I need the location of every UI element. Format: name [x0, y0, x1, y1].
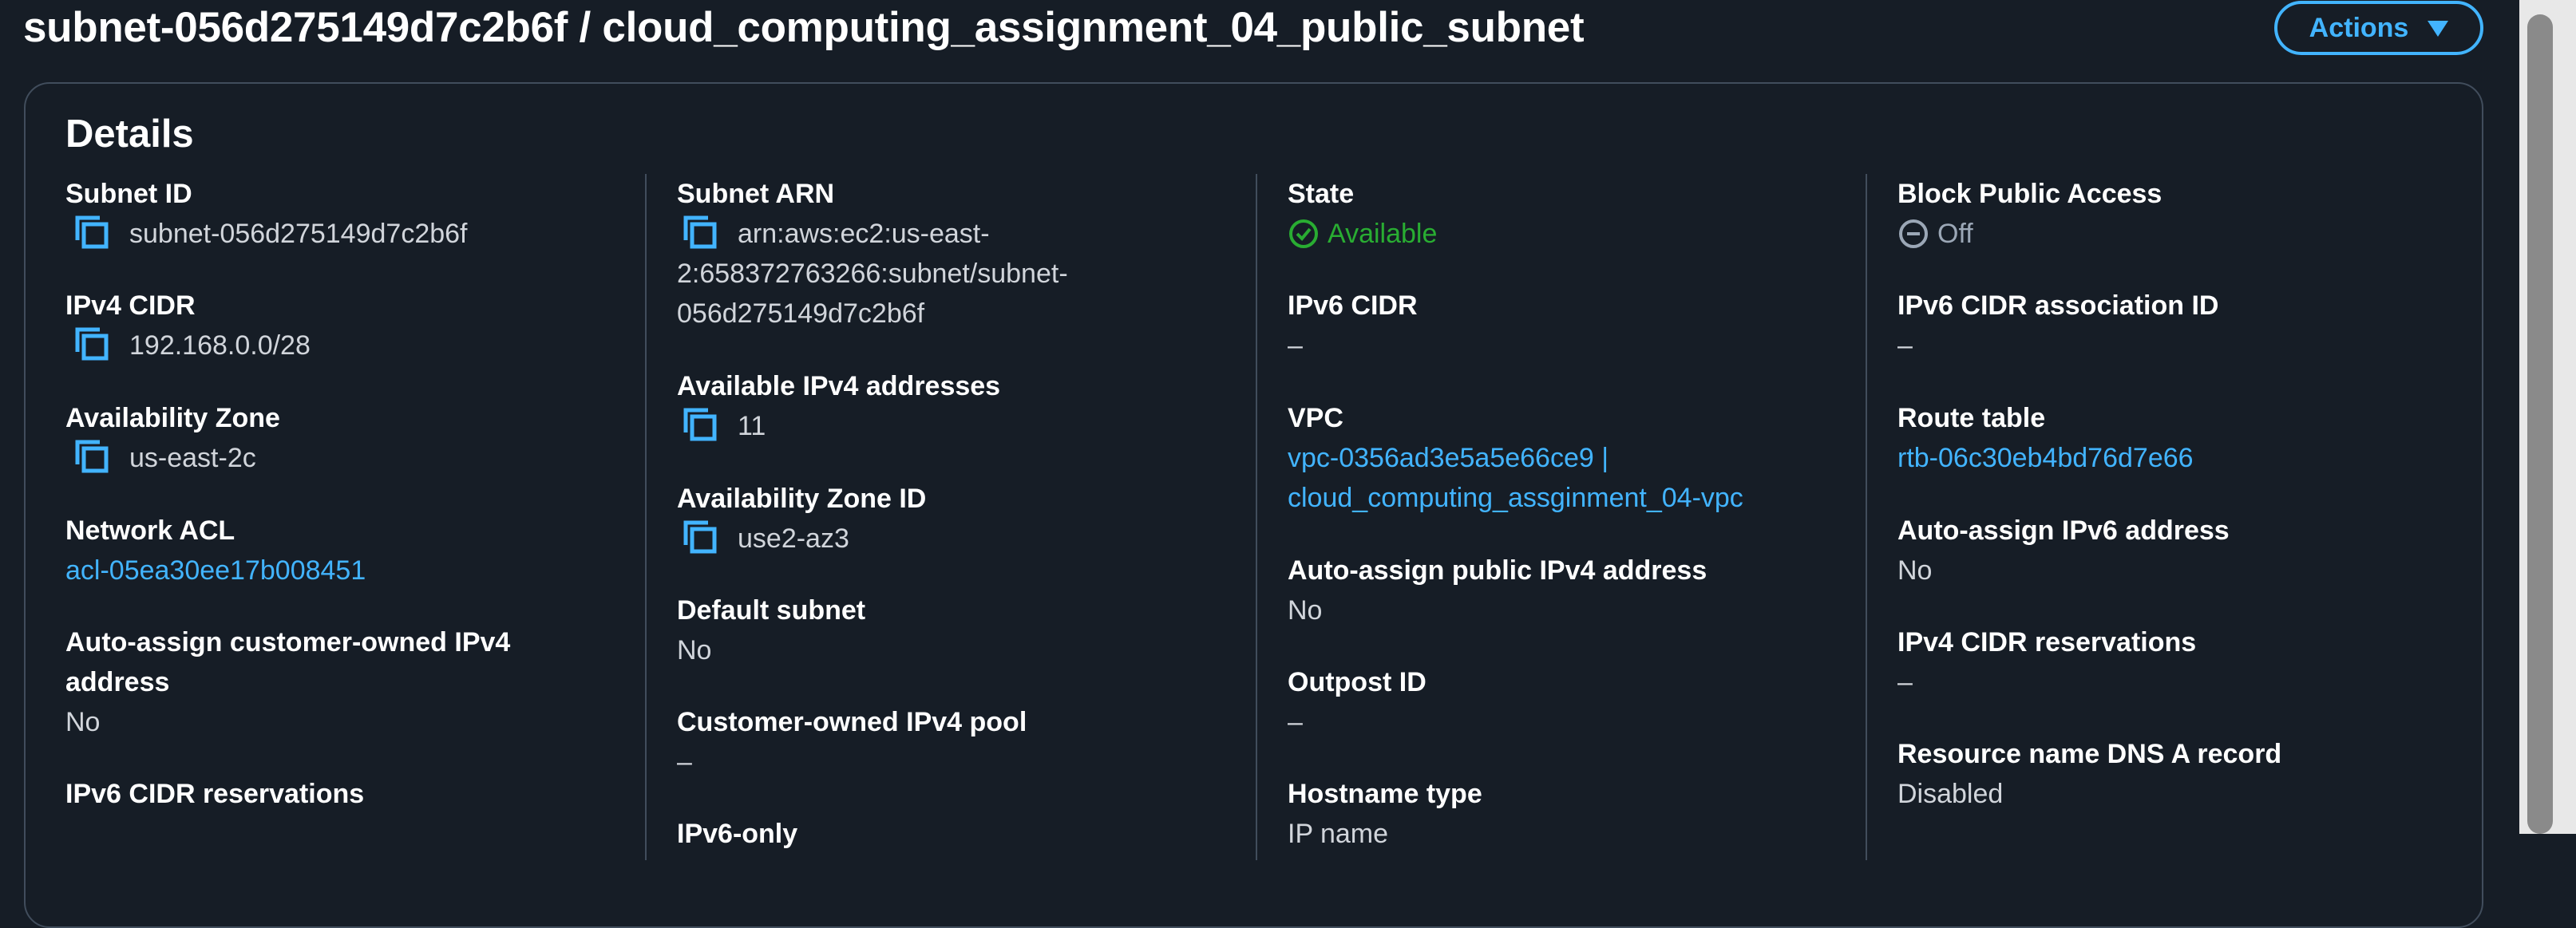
field-label: Auto-assign customer-owned IPv4 address [65, 627, 511, 697]
caret-down-icon [2428, 21, 2449, 37]
field-label: Hostname type [1288, 779, 1482, 809]
field-vpc: VPC vpc-0356ad3e5a5e66ce9 | cloud_comput… [1288, 398, 1846, 518]
field-subnet-arn: Subnet ARN arn:aws:ec2:us-east- 2:658372… [677, 174, 1236, 334]
field-label: Auto-assign IPv6 address [1897, 515, 2230, 546]
field-auto-assign-public-ipv4: Auto-assign public IPv4 address No [1288, 551, 1846, 630]
dns-a-record-value: Disabled [1897, 779, 2004, 809]
hostname-type-value: IP name [1288, 819, 1389, 849]
field-label: Auto-assign public IPv4 address [1288, 555, 1707, 586]
copy-icon[interactable] [682, 214, 722, 254]
outpost-id-value: – [1288, 707, 1303, 737]
field-network-acl: Network ACL acl-05ea30ee17b008451 [65, 511, 624, 590]
field-state: State Available [1288, 174, 1846, 254]
ipv4-cidr-reservations-value: – [1897, 667, 1913, 697]
copy-icon[interactable] [682, 519, 722, 559]
field-block-public-access: Block Public Access Off [1897, 174, 2456, 254]
field-label: Availability Zone [65, 403, 280, 433]
auto-assign-co-value: No [65, 707, 101, 737]
field-label: Network ACL [65, 515, 235, 546]
field-ipv6-only: IPv6-only [677, 814, 1236, 854]
field-label: Default subnet [677, 595, 866, 626]
field-label: Availability Zone ID [677, 484, 927, 514]
field-ipv4-cidr: IPv4 CIDR 192.168.0.0/28 [65, 286, 624, 365]
field-label: IPv4 CIDR [65, 290, 196, 321]
field-label: Available IPv4 addresses [677, 371, 1001, 401]
field-hostname-type: Hostname type IP name [1288, 774, 1846, 854]
auto-assign-public-value: No [1288, 595, 1323, 626]
copy-icon[interactable] [73, 326, 113, 365]
field-customer-owned-pool: Customer-owned IPv4 pool – [677, 702, 1236, 782]
field-label: IPv6 CIDR reservations [65, 779, 365, 809]
field-ipv6-cidr-reservations: IPv6 CIDR reservations [65, 774, 624, 814]
availability-zone-value: us-east-2c [129, 443, 256, 473]
column-divider [1866, 174, 1867, 860]
ipv6-association-value: – [1897, 330, 1913, 361]
check-circle-icon [1288, 218, 1320, 250]
ipv6-cidr-value: – [1288, 330, 1303, 361]
field-auto-assign-customer-owned: Auto-assign customer-owned IPv4 address … [65, 622, 624, 742]
available-ipv4-value: 11 [738, 411, 766, 441]
field-label: Subnet ARN [677, 179, 835, 209]
field-label: Resource name DNS A record [1897, 739, 2282, 769]
field-label: IPv6-only [677, 819, 798, 849]
default-subnet-value: No [677, 635, 712, 665]
field-outpost-id: Outpost ID – [1288, 662, 1846, 742]
field-subnet-id: Subnet ID subnet-056d275149d7c2b6f [65, 174, 624, 254]
field-label: State [1288, 179, 1355, 209]
subnet-arn-line2: 2:658372763266:subnet/subnet- [677, 259, 1068, 289]
field-label: Outpost ID [1288, 667, 1426, 697]
column-divider [1256, 174, 1257, 860]
vpc-link-line1[interactable]: vpc-0356ad3e5a5e66ce9 | [1288, 438, 1846, 478]
details-title: Details [65, 113, 194, 156]
field-available-ipv4: Available IPv4 addresses 11 [677, 366, 1236, 446]
field-label: IPv6 CIDR [1288, 290, 1418, 321]
field-route-table: Route table rtb-06c30eb4bd76d7e66 [1897, 398, 2456, 478]
field-ipv6-cidr-association-id: IPv6 CIDR association ID – [1897, 286, 2456, 365]
subnet-arn-line1: arn:aws:ec2:us-east- [738, 219, 990, 249]
field-label: VPC [1288, 403, 1343, 433]
field-resource-name-dns-a: Resource name DNS A record Disabled [1897, 734, 2456, 814]
copy-icon[interactable] [73, 214, 113, 254]
column-divider [645, 174, 647, 860]
availability-zone-id-value: use2-az3 [738, 523, 849, 554]
block-public-access-value: Off [1937, 219, 1973, 249]
copy-icon[interactable] [682, 406, 722, 446]
page-title: subnet-056d275149d7c2b6f / cloud_computi… [23, 4, 1585, 51]
route-table-link[interactable]: rtb-06c30eb4bd76d7e66 [1897, 438, 2456, 478]
minus-circle-icon [1897, 218, 1929, 250]
ipv4-cidr-value: 192.168.0.0/28 [129, 330, 311, 361]
network-acl-link[interactable]: acl-05ea30ee17b008451 [65, 551, 624, 590]
vpc-link-line2[interactable]: cloud_computing_assginment_04-vpc [1288, 478, 1846, 518]
state-value: Available [1328, 219, 1438, 249]
actions-button[interactable]: Actions [2274, 1, 2483, 55]
field-availability-zone: Availability Zone us-east-2c [65, 398, 624, 478]
field-auto-assign-ipv6: Auto-assign IPv6 address No [1897, 511, 2456, 590]
subnet-arn-line3: 056d275149d7c2b6f [677, 298, 925, 329]
field-label: Block Public Access [1897, 179, 2162, 209]
copy-icon[interactable] [73, 438, 113, 478]
field-label: IPv6 CIDR association ID [1897, 290, 2219, 321]
customer-owned-pool-value: – [677, 747, 692, 777]
subnet-id-value: subnet-056d275149d7c2b6f [129, 219, 468, 249]
field-ipv6-cidr: IPv6 CIDR – [1288, 286, 1846, 365]
field-label: Subnet ID [65, 179, 192, 209]
field-availability-zone-id: Availability Zone ID use2-az3 [677, 479, 1236, 559]
field-ipv4-cidr-reservations: IPv4 CIDR reservations – [1897, 622, 2456, 702]
auto-assign-ipv6-value: No [1897, 555, 1933, 586]
actions-label: Actions [2309, 12, 2409, 43]
field-default-subnet: Default subnet No [677, 590, 1236, 670]
field-label: IPv4 CIDR reservations [1897, 627, 2197, 657]
field-label: Route table [1897, 403, 2046, 433]
field-label: Customer-owned IPv4 pool [677, 707, 1027, 737]
scrollbar-thumb[interactable] [2527, 14, 2553, 834]
